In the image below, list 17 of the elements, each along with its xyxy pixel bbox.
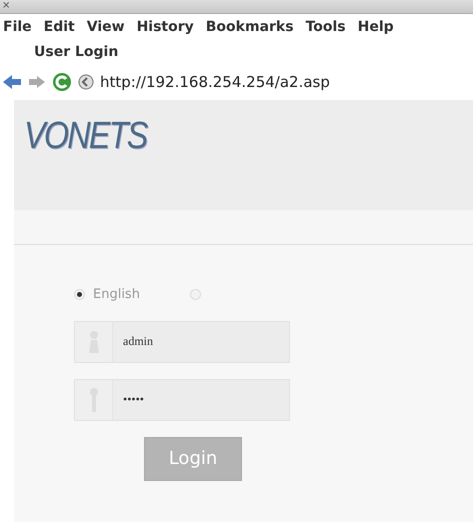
radio-button[interactable] (190, 289, 201, 300)
reload-icon[interactable] (52, 72, 72, 92)
back-icon[interactable] (2, 74, 22, 90)
menu-item[interactable]: View (86, 16, 126, 38)
address-field[interactable]: http://192.168.254.254/a2.asp (100, 70, 330, 94)
browser-tab[interactable]: User Login (34, 42, 118, 62)
menu-item[interactable]: Tools (304, 16, 347, 38)
menu-item[interactable]: File (2, 16, 33, 38)
close-button[interactable]: × (2, 0, 10, 11)
logo: VONETS (24, 114, 147, 159)
radio-label: English (93, 286, 140, 304)
menu-item[interactable]: Edit (42, 16, 76, 38)
radio-button[interactable] (74, 289, 85, 300)
menu-item[interactable]: History (136, 16, 195, 38)
menu-item[interactable]: Help (356, 16, 395, 38)
menu-item[interactable]: Bookmarks (204, 16, 295, 38)
forward-icon[interactable] (28, 75, 46, 89)
